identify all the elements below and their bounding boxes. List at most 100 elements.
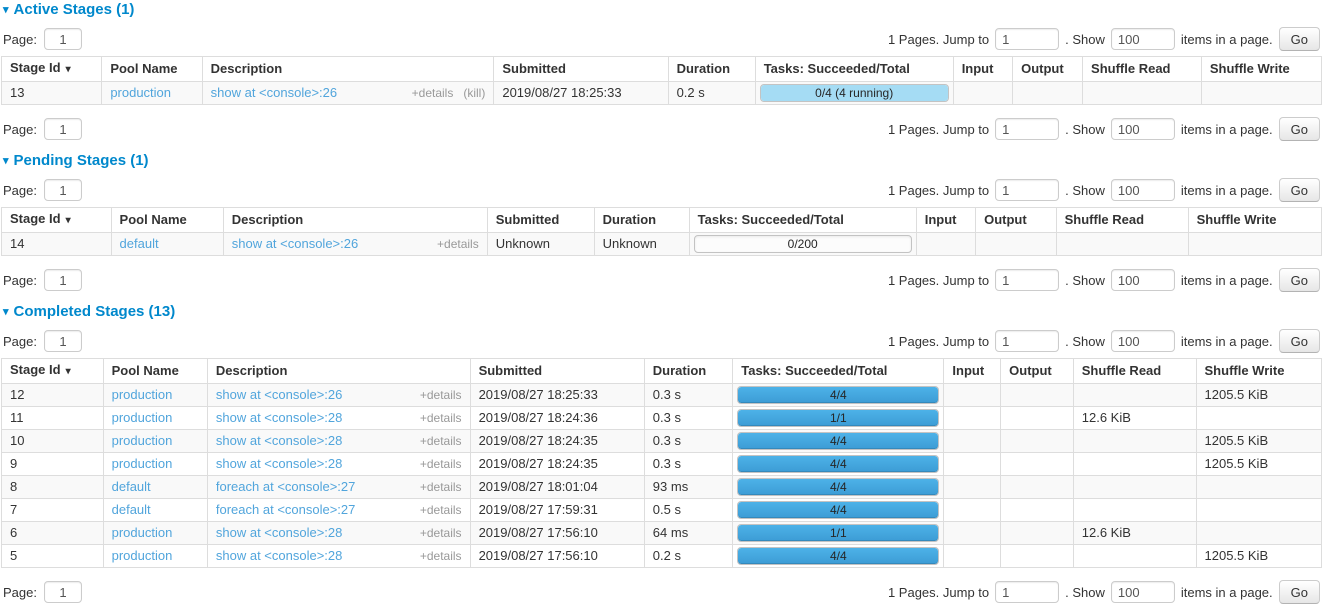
details-toggle-link[interactable]: +details	[420, 457, 462, 471]
jump-to-input[interactable]	[995, 269, 1059, 291]
column-header-8[interactable]: Shuffle Read	[1073, 359, 1196, 384]
go-button[interactable]: Go	[1279, 268, 1320, 292]
description-link[interactable]: show at <console>:28	[216, 525, 342, 540]
pool-name-cell: default	[111, 233, 223, 256]
jump-to-input[interactable]	[995, 28, 1059, 50]
description-link[interactable]: show at <console>:26	[211, 85, 337, 100]
pool-name-link[interactable]: production	[110, 85, 171, 100]
description-cell: foreach at <console>:27 +details	[207, 499, 470, 522]
pool-name-link[interactable]: default	[112, 502, 151, 517]
column-header-0[interactable]: Stage Id▾	[2, 359, 104, 384]
column-label: Stage Id	[10, 60, 61, 75]
details-toggle-link[interactable]: +details	[420, 503, 462, 517]
description-cell: show at <console>:26 +details (kill)	[202, 82, 494, 105]
show-count-input[interactable]	[1111, 118, 1175, 140]
table-row: 12productionshow at <console>:26+details…	[2, 384, 1322, 407]
show-count-input[interactable]	[1111, 581, 1175, 603]
column-header-7[interactable]: Output	[976, 208, 1057, 233]
go-button[interactable]: Go	[1279, 178, 1320, 202]
column-header-2[interactable]: Description	[207, 359, 470, 384]
jump-to-input[interactable]	[995, 330, 1059, 352]
column-label: Shuffle Read	[1082, 363, 1161, 378]
column-header-9[interactable]: Shuffle Write	[1196, 359, 1321, 384]
details-toggle-link[interactable]: +details	[420, 434, 462, 448]
go-button[interactable]: Go	[1279, 27, 1320, 51]
pool-name-link[interactable]: production	[112, 548, 173, 563]
pool-name-link[interactable]: production	[112, 387, 173, 402]
column-header-3[interactable]: Submitted	[487, 208, 594, 233]
description-link[interactable]: show at <console>:26	[232, 236, 358, 251]
column-header-3[interactable]: Submitted	[494, 57, 668, 82]
jump-to-input[interactable]	[995, 179, 1059, 201]
pool-name-cell: default	[103, 499, 207, 522]
go-button[interactable]: Go	[1279, 329, 1320, 353]
active-stages-table: Stage Id▾Pool NameDescriptionSubmittedDu…	[1, 56, 1322, 105]
pool-name-link[interactable]: production	[112, 525, 173, 540]
details-toggle-link[interactable]: +details	[420, 480, 462, 494]
details-toggle-link[interactable]: +details	[437, 237, 479, 251]
column-header-3[interactable]: Submitted	[470, 359, 644, 384]
column-header-8[interactable]: Shuffle Read	[1056, 208, 1188, 233]
kill-link[interactable]: (kill)	[463, 86, 485, 100]
column-header-4[interactable]: Duration	[644, 359, 732, 384]
column-header-1[interactable]: Pool Name	[102, 57, 202, 82]
page-number-input[interactable]	[44, 118, 82, 140]
column-header-6[interactable]: Input	[916, 208, 975, 233]
go-button[interactable]: Go	[1279, 117, 1320, 141]
section-header-pending-stages[interactable]: ▾Pending Stages (1)	[3, 153, 1322, 169]
column-header-6[interactable]: Input	[944, 359, 1001, 384]
page-number-input[interactable]	[44, 581, 82, 603]
pool-name-link[interactable]: default	[120, 236, 159, 251]
column-header-6[interactable]: Input	[953, 57, 1012, 82]
pool-name-link[interactable]: production	[112, 433, 173, 448]
jump-to-input[interactable]	[995, 118, 1059, 140]
page-number-input[interactable]	[44, 28, 82, 50]
description-link[interactable]: show at <console>:28	[216, 433, 342, 448]
column-header-5[interactable]: Tasks: Succeeded/Total	[689, 208, 916, 233]
progress-label: 4/4	[738, 502, 938, 518]
page-number-input[interactable]	[44, 269, 82, 291]
column-header-4[interactable]: Duration	[594, 208, 689, 233]
column-header-7[interactable]: Output	[1001, 359, 1074, 384]
column-header-2[interactable]: Description	[223, 208, 487, 233]
show-count-input[interactable]	[1111, 28, 1175, 50]
go-button[interactable]: Go	[1279, 580, 1320, 604]
description-link[interactable]: foreach at <console>:27	[216, 479, 356, 494]
details-toggle-link[interactable]: +details	[420, 388, 462, 402]
show-count-input[interactable]	[1111, 179, 1175, 201]
table-head: Stage Id▾Pool NameDescriptionSubmittedDu…	[2, 57, 1322, 82]
pool-name-link[interactable]: production	[112, 410, 173, 425]
column-header-1[interactable]: Pool Name	[111, 208, 223, 233]
column-header-1[interactable]: Pool Name	[103, 359, 207, 384]
column-header-9[interactable]: Shuffle Write	[1188, 208, 1321, 233]
pool-name-link[interactable]: default	[112, 479, 151, 494]
jump-to-input[interactable]	[995, 581, 1059, 603]
page-number-input[interactable]	[44, 179, 82, 201]
description-link[interactable]: show at <console>:28	[216, 456, 342, 471]
column-header-8[interactable]: Shuffle Read	[1083, 57, 1202, 82]
show-count-input[interactable]	[1111, 269, 1175, 291]
column-header-0[interactable]: Stage Id▾	[2, 57, 102, 82]
duration-cell: Unknown	[594, 233, 689, 256]
page-number-input[interactable]	[44, 330, 82, 352]
section-header-completed-stages[interactable]: ▾Completed Stages (13)	[3, 304, 1322, 320]
column-header-0[interactable]: Stage Id▾	[2, 208, 112, 233]
description-link[interactable]: show at <console>:26	[216, 387, 342, 402]
column-header-2[interactable]: Description	[202, 57, 494, 82]
column-header-7[interactable]: Output	[1013, 57, 1083, 82]
column-header-5[interactable]: Tasks: Succeeded/Total	[733, 359, 944, 384]
details-toggle-link[interactable]: +details	[420, 549, 462, 563]
column-header-9[interactable]: Shuffle Write	[1201, 57, 1321, 82]
column-label: Tasks: Succeeded/Total	[764, 61, 910, 76]
description-link[interactable]: show at <console>:28	[216, 548, 342, 563]
pool-name-link[interactable]: production	[112, 456, 173, 471]
column-header-5[interactable]: Tasks: Succeeded/Total	[755, 57, 953, 82]
show-count-input[interactable]	[1111, 330, 1175, 352]
description-link[interactable]: foreach at <console>:27	[216, 502, 356, 517]
column-header-4[interactable]: Duration	[668, 57, 755, 82]
section-header-active-stages[interactable]: ▾Active Stages (1)	[3, 2, 1322, 18]
description-link[interactable]: show at <console>:28	[216, 410, 342, 425]
details-toggle-link[interactable]: +details	[412, 86, 454, 100]
details-toggle-link[interactable]: +details	[420, 526, 462, 540]
details-toggle-link[interactable]: +details	[420, 411, 462, 425]
